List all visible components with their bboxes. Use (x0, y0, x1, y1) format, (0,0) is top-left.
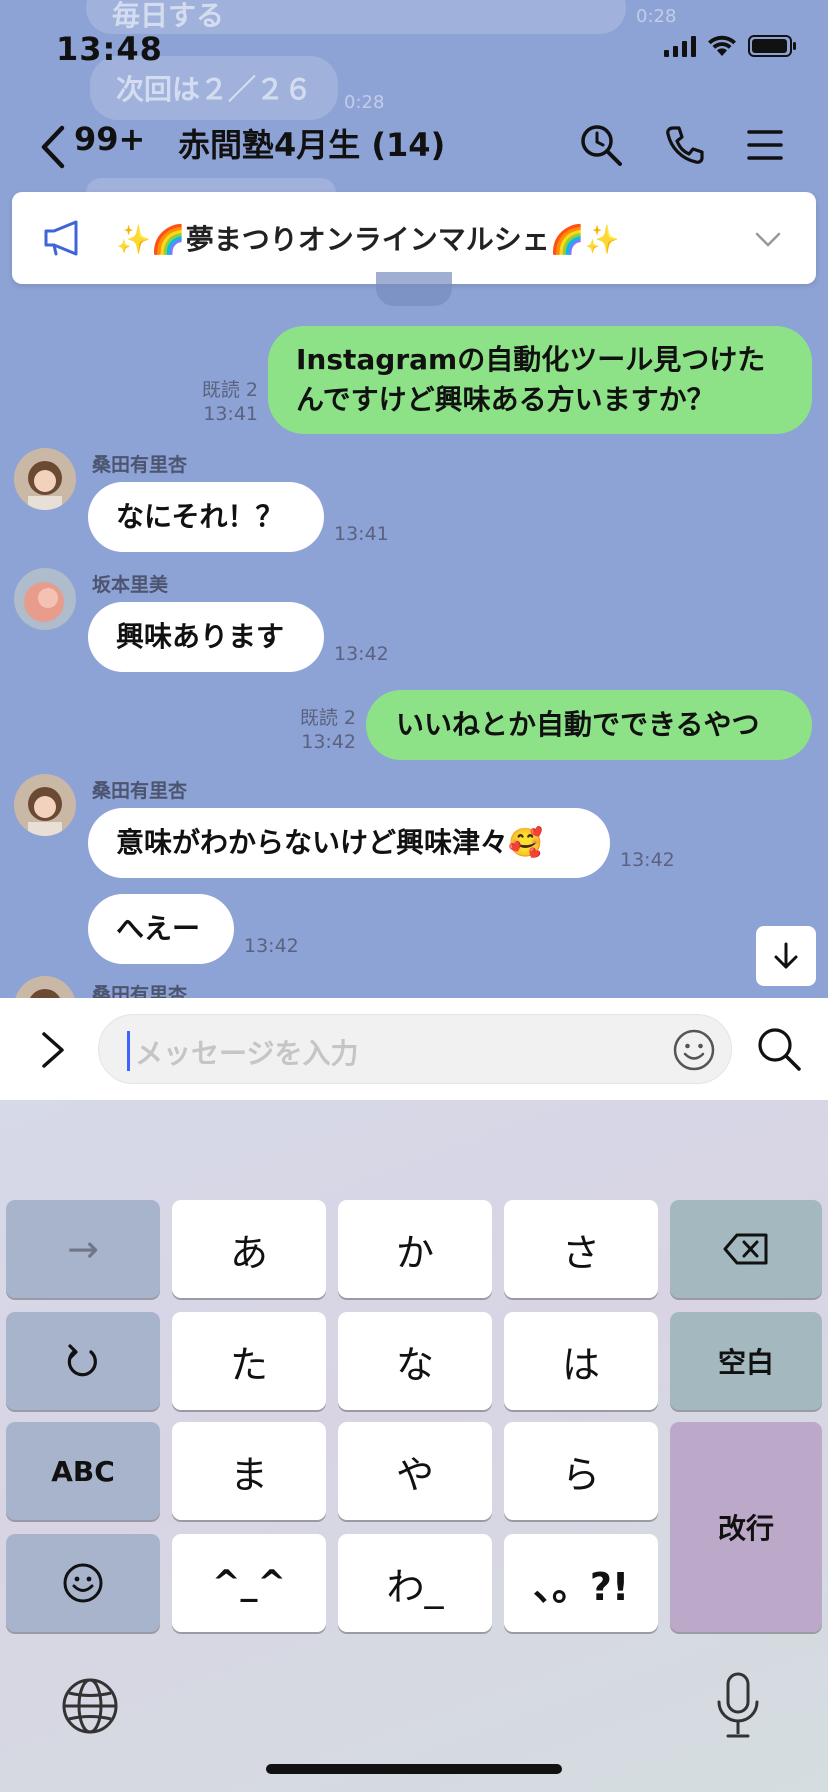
menu-icon (747, 130, 783, 160)
sender-name: 桑田有里杏 (92, 780, 188, 802)
avatar[interactable] (14, 774, 76, 836)
message-time: 13:41 (334, 523, 389, 545)
key-sa[interactable]: さ (504, 1200, 658, 1298)
wifi-icon (708, 35, 736, 56)
call-button[interactable] (658, 118, 712, 172)
key-arrow-right[interactable]: → (6, 1200, 160, 1298)
text-caret (127, 1031, 130, 1071)
key-space[interactable]: 空白 (670, 1312, 822, 1410)
key-enter[interactable]: 改行 (670, 1422, 822, 1632)
megaphone-icon (44, 220, 78, 256)
search-icon[interactable] (752, 1022, 806, 1076)
key-a[interactable]: あ (172, 1200, 326, 1298)
search-icon (581, 125, 622, 166)
avatar[interactable] (14, 448, 76, 510)
message-text: 興味あります (116, 620, 285, 653)
message-text: いいねとか自動でできるやつ (396, 708, 760, 741)
microphone-icon[interactable] (714, 1672, 762, 1742)
outgoing-message[interactable]: いいねとか自動でできるやつ (366, 690, 812, 760)
back-chevron-icon[interactable] (34, 122, 74, 172)
message-time: 13:42 (334, 643, 389, 665)
message-text: 意味がわからないけど興味津々🥰 (116, 826, 543, 859)
message-text: んですけど興味ある方いますか？ (296, 383, 715, 416)
read-receipt: 既読 2 (299, 707, 356, 729)
message-text: なにそれ！？ (116, 500, 284, 533)
key-ka[interactable]: か (338, 1200, 492, 1298)
globe-icon[interactable] (60, 1676, 120, 1736)
message-time: 13:42 (301, 731, 356, 753)
battery-icon (748, 35, 796, 57)
key-delete[interactable] (670, 1200, 822, 1298)
status-time: 13:48 (56, 30, 163, 68)
cellular-signal-icon (664, 35, 696, 57)
key-emoji[interactable] (6, 1534, 160, 1632)
message-meta: 既読 2 13:42 (268, 706, 356, 754)
key-na[interactable]: な (338, 1312, 492, 1410)
message-time: 13:41 (203, 403, 258, 425)
message-meta: 既読 2 13:41 (170, 378, 258, 426)
key-ya[interactable]: や (338, 1422, 492, 1520)
chat-title: 赤間塾4月生 (14) (178, 126, 446, 164)
message-time: 13:42 (620, 849, 675, 871)
chat-area: 毎日する 0:28 次回は２／２６ 0:28 13:48 99+ 赤間塾4月生 … (0, 0, 828, 998)
status-icons (664, 34, 798, 58)
delete-icon (723, 1233, 768, 1265)
chevron-down-icon[interactable] (754, 226, 782, 254)
status-bar: 13:48 (0, 0, 828, 100)
avatar[interactable] (14, 568, 76, 630)
incoming-message[interactable]: へえー (88, 894, 234, 964)
message-input[interactable]: メッセージを入力 (98, 1014, 732, 1084)
message-time: 13:42 (244, 935, 299, 957)
read-receipt: 既読 2 (201, 379, 258, 401)
announcement-text: ✨🌈夢まつりオンラインマルシェ🌈✨ (116, 223, 620, 256)
key-ma[interactable]: ま (172, 1422, 326, 1520)
sender-name: 桑田有里杏 (92, 984, 188, 998)
phone-icon (666, 126, 704, 164)
keyboard: → あ か さ た な は 空白 ABC ま や ら 改行 ^_^ わ_ 、。?… (0, 1100, 828, 1792)
emoji-icon[interactable] (671, 1027, 717, 1073)
menu-button[interactable] (738, 118, 792, 172)
input-placeholder: メッセージを入力 (135, 1037, 359, 1070)
incoming-message[interactable]: 興味あります (88, 602, 324, 672)
avatar[interactable] (14, 976, 76, 998)
sender-name: 坂本里美 (92, 574, 169, 596)
incoming-message[interactable]: なにそれ！？ (88, 482, 324, 552)
key-ta[interactable]: た (172, 1312, 326, 1410)
key-wa[interactable]: わ_ (338, 1534, 492, 1632)
date-separator (376, 272, 452, 306)
arrow-down-icon (774, 942, 798, 969)
message-text: へえー (116, 912, 201, 945)
unread-count[interactable]: 99+ (74, 120, 145, 158)
key-kaomoji[interactable]: ^_^ (172, 1534, 326, 1632)
undo-icon (67, 1344, 97, 1377)
message-input-bar: メッセージを入力 (0, 998, 828, 1100)
sender-name: 桑田有里杏 (92, 454, 188, 476)
home-indicator (266, 1764, 562, 1774)
key-punctuation[interactable]: 、。?! (504, 1534, 658, 1632)
key-ha[interactable]: は (504, 1312, 658, 1410)
key-ra[interactable]: ら (504, 1422, 658, 1520)
incoming-message[interactable]: 意味がわからないけど興味津々🥰 (88, 808, 610, 878)
outgoing-message[interactable]: Instagramの自動化ツール見つけた んですけど興味ある方いますか？ (268, 326, 812, 434)
emoji-icon (63, 1563, 103, 1603)
key-abc[interactable]: ABC (6, 1422, 160, 1520)
chat-header: 99+ 赤間塾4月生 (14) (0, 110, 828, 180)
announcement-banner[interactable]: ✨🌈夢まつりオンラインマルシェ🌈✨ (12, 192, 816, 284)
message-text: Instagramの自動化ツール見つけた (296, 343, 766, 376)
search-button[interactable] (574, 118, 628, 172)
key-undo[interactable] (6, 1312, 160, 1410)
expand-chevron-icon[interactable] (34, 1028, 74, 1072)
scroll-to-bottom-button[interactable] (756, 926, 816, 986)
